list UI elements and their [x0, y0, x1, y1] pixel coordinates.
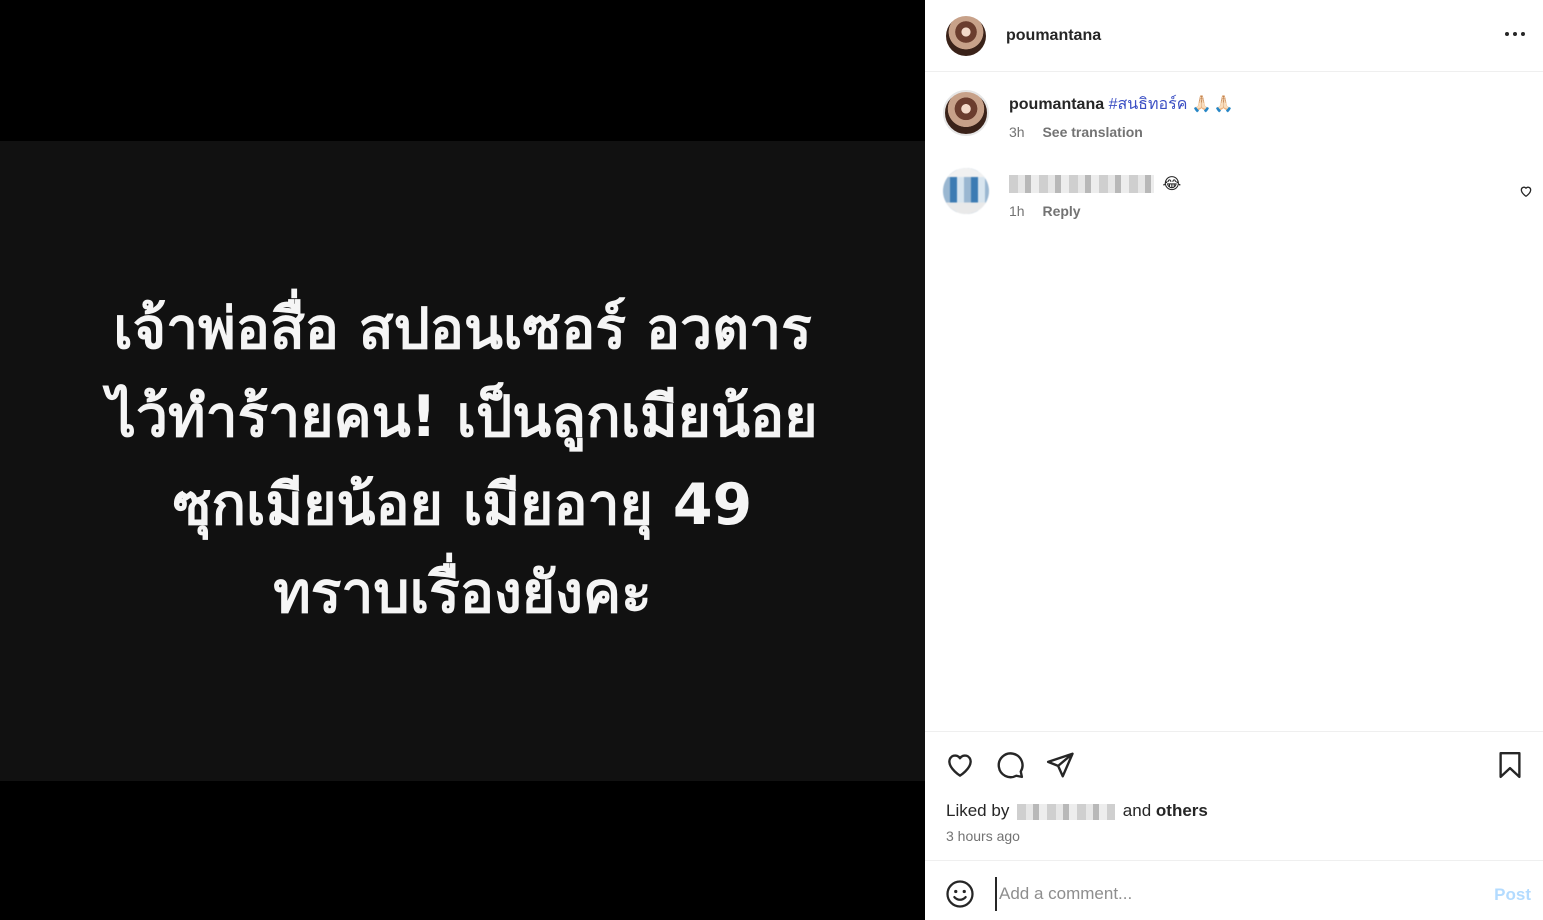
caption-time[interactable]: 3h: [1009, 124, 1025, 140]
liked-by-others-link[interactable]: others: [1156, 801, 1208, 820]
liked-by-summary: Liked by and others: [946, 801, 1208, 821]
more-options-icon[interactable]: [1505, 26, 1525, 42]
reply-button[interactable]: Reply: [1042, 203, 1080, 219]
action-icon-row: [945, 750, 1525, 780]
post-media[interactable]: เจ้าพ่อสื่อ สปอนเซอร์ อวตาร ไว้ทำร้ายคน!…: [0, 0, 925, 920]
comment-avatar-blurred[interactable]: [943, 168, 989, 214]
image-text-line: ซุกเมียน้อย เมียอายุ 49: [172, 472, 753, 538]
liked-by-prefix: Liked by: [946, 801, 1010, 820]
heart-icon[interactable]: [945, 750, 975, 780]
add-comment-bar: Post: [925, 860, 1543, 920]
share-icon[interactable]: [1045, 750, 1075, 780]
caption-meta: 3h See translation: [1009, 124, 1509, 140]
caption-avatar[interactable]: [943, 90, 989, 136]
liked-by-and: and: [1122, 801, 1152, 820]
image-text-line: ทราบเรื่องยังคะ: [273, 560, 652, 626]
post-sidebar: poumantana poumantana #สนธิทอร์ค 🙏🏻🙏🏻 3h…: [925, 0, 1543, 920]
see-translation-button[interactable]: See translation: [1042, 124, 1142, 140]
header-username[interactable]: poumantana: [1006, 27, 1101, 45]
post-image: เจ้าพ่อสื่อ สปอนเซอร์ อวตาร ไว้ทำร้ายคน!…: [0, 141, 925, 781]
image-text-line: ไว้ทำร้ายคน! เป็นลูกเมียน้อย: [107, 384, 818, 450]
comment-time[interactable]: 1h: [1009, 203, 1025, 219]
image-text-line: เจ้าพ่อสื่อ สปอนเซอร์ อวตาร: [113, 296, 812, 362]
comment-icon[interactable]: [995, 750, 1025, 780]
caption-emoji: 🙏🏻🙏🏻: [1191, 96, 1236, 113]
dot: [1505, 32, 1509, 36]
comment-username-blurred[interactable]: [1009, 175, 1154, 193]
heart-icon[interactable]: [1519, 184, 1533, 198]
dot: [1521, 32, 1525, 36]
liked-by-user-blurred[interactable]: [1017, 803, 1116, 820]
caption-text: poumantana #สนธิทอร์ค 🙏🏻🙏🏻: [1009, 94, 1509, 116]
smiley-icon[interactable]: [945, 879, 975, 909]
post-comment-button[interactable]: Post: [1494, 885, 1531, 905]
avatar[interactable]: [946, 15, 986, 56]
post-header: poumantana: [925, 0, 1543, 72]
comment-emoji: 😂: [1162, 176, 1182, 193]
post-timestamp[interactable]: 3 hours ago: [946, 828, 1020, 844]
comment-meta: 1h Reply: [1009, 203, 1489, 219]
post-actions: Liked by and others 3 hours ago: [925, 731, 1543, 860]
caption-hashtag[interactable]: #สนธิทอร์ค: [1109, 96, 1188, 113]
bookmark-icon[interactable]: [1495, 750, 1525, 780]
caption-body: poumantana #สนธิทอร์ค 🙏🏻🙏🏻 3h See transl…: [1009, 94, 1509, 140]
dot: [1513, 32, 1517, 36]
comment-text: 😂: [1009, 174, 1489, 194]
post-image-text: เจ้าพ่อสื่อ สปอนเซอร์ อวตาร ไว้ทำร้ายคน!…: [13, 285, 913, 637]
comment-body: 😂 1h Reply: [1009, 174, 1489, 219]
comment-input[interactable]: [995, 877, 1465, 911]
caption-username[interactable]: poumantana: [1009, 96, 1104, 113]
